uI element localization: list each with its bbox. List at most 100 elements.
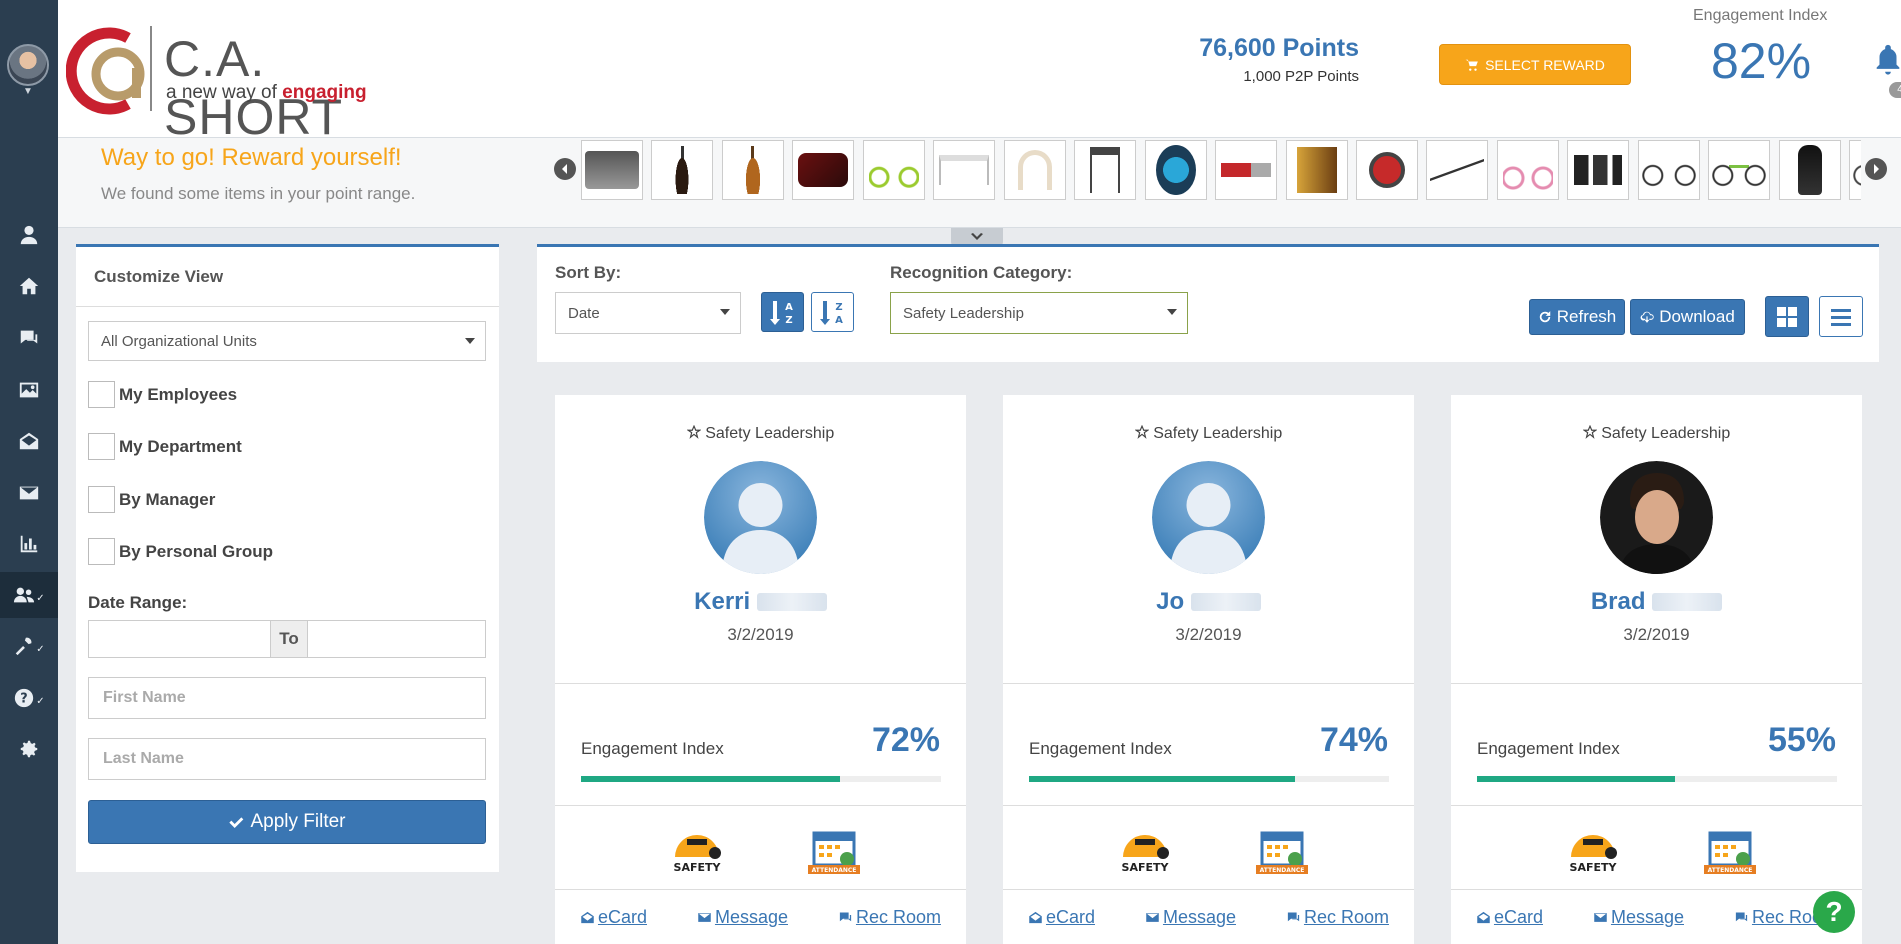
avatar[interactable] [1152, 461, 1265, 574]
filter-my-department[interactable]: My Department [88, 433, 242, 460]
envelope-open-icon[interactable] [0, 418, 58, 464]
user-icon[interactable] [0, 212, 58, 258]
carousel-prev-button[interactable] [554, 158, 576, 180]
rec-room-link[interactable]: Rec Room [1286, 907, 1389, 928]
engagement-progress-bar [1477, 776, 1837, 782]
checkbox[interactable] [88, 486, 115, 513]
tools-icon[interactable]: ✓ [0, 623, 58, 669]
checkbox[interactable] [88, 381, 115, 408]
avatar[interactable] [704, 461, 817, 574]
employee-name[interactable]: Jo [1003, 588, 1414, 616]
checkbox[interactable] [88, 433, 115, 460]
reward-thumb-home-theater[interactable] [1567, 140, 1630, 200]
reward-thumb-side-table[interactable] [1074, 140, 1137, 200]
reward-thumb-hammock[interactable] [1426, 140, 1489, 200]
filter-my-employees[interactable]: My Employees [88, 381, 237, 408]
download-label: Download [1659, 307, 1735, 326]
caret-down-icon [465, 338, 475, 344]
card-divider [1003, 889, 1414, 890]
card-divider [555, 805, 966, 806]
date-from-input[interactable] [88, 620, 271, 658]
recognition-category-select[interactable]: Safety Leadership [890, 292, 1188, 334]
sort-ascending-button[interactable]: AZ [761, 292, 804, 332]
gear-icon[interactable] [0, 726, 58, 772]
reward-thumb-fishing-reel[interactable] [1355, 140, 1418, 200]
reward-thumb-cooler-bag[interactable] [581, 140, 643, 200]
employee-name[interactable]: Kerri [555, 588, 966, 616]
reward-thumb-reciprocating-saw[interactable] [1215, 140, 1278, 200]
question-icon[interactable]: ? ✓ [0, 675, 58, 721]
safety-badge-label: SAFETY [1570, 861, 1618, 874]
recognition-card[interactable]: Safety Leadership Brad 3/2/2019 Engageme… [1451, 395, 1862, 944]
checkbox[interactable] [88, 538, 115, 565]
card-category: Safety Leadership [555, 424, 966, 443]
reward-thumb-guitar-set[interactable] [1285, 140, 1348, 200]
envelope-icon [1146, 913, 1159, 922]
list-view-button[interactable] [1819, 296, 1863, 337]
logo-tagline: a new way of engaging [166, 82, 367, 104]
last-name-input[interactable]: Last Name [88, 738, 486, 780]
reward-thumb-acoustic-guitar[interactable] [651, 140, 714, 200]
sort-descending-button[interactable]: ZA [811, 292, 854, 332]
avatar[interactable] [1600, 461, 1713, 574]
date-to-input[interactable] [307, 620, 486, 658]
employee-name[interactable]: Brad [1451, 588, 1862, 616]
attendance-badge-icon: ATTENDANCE [1704, 831, 1756, 874]
reward-thumb-headphones[interactable] [1003, 140, 1066, 200]
select-reward-button[interactable]: SELECT REWARD [1439, 44, 1631, 85]
reward-thumb-violin-case[interactable] [792, 140, 855, 200]
ecard-link[interactable]: eCard [1028, 907, 1095, 928]
notifications-button[interactable]: 4 [1871, 42, 1901, 98]
image-icon[interactable] [0, 367, 58, 413]
reward-thumb-kids-bike[interactable] [862, 140, 925, 200]
filter-by-personal-group[interactable]: By Personal Group [88, 538, 273, 565]
svg-text:?: ? [21, 692, 28, 707]
apply-filter-button[interactable]: Apply Filter [88, 800, 486, 844]
recognition-card[interactable]: Safety Leadership Kerri 3/2/2019 Engagem… [555, 395, 966, 944]
redacted-last-name [1190, 593, 1261, 611]
date-range-label: Date Range: [88, 593, 188, 612]
home-icon[interactable] [0, 263, 58, 309]
reward-thumb-folding-table[interactable] [933, 140, 996, 200]
refresh-button[interactable]: Refresh [1529, 299, 1625, 335]
first-name-input[interactable]: First Name [88, 677, 486, 719]
attendance-badge-label: ATTENDANCE [812, 867, 857, 874]
ecard-link[interactable]: eCard [1476, 907, 1543, 928]
users-icon[interactable]: ✓ [0, 572, 58, 618]
ecard-link[interactable]: eCard [580, 907, 647, 928]
reward-thumb-golf-driver[interactable] [1778, 140, 1841, 200]
recognition-card[interactable]: Safety Leadership Jo 3/2/2019 Engagement… [1003, 395, 1414, 944]
card-engagement-label: Engagement Index [581, 739, 724, 758]
reward-thumb-pink-bike[interactable] [1496, 140, 1559, 200]
message-link[interactable]: Message [697, 907, 788, 928]
grid-view-button[interactable] [1765, 296, 1809, 337]
envelope-icon[interactable] [0, 470, 58, 516]
org-unit-select[interactable]: All Organizational Units [88, 321, 486, 361]
ecard-label: eCard [1493, 907, 1543, 927]
reward-thumb-car-seat[interactable] [1144, 140, 1207, 200]
download-button[interactable]: Download [1630, 299, 1745, 335]
user-avatar-menu[interactable]: ▼ [7, 44, 51, 98]
filter-by-manager[interactable]: By Manager [88, 486, 215, 513]
attendance-badge-icon: ATTENDANCE [808, 831, 860, 874]
reward-thumb-acoustic-guitar-natural[interactable] [721, 140, 784, 200]
bar-chart-icon[interactable] [0, 521, 58, 567]
sort-by-select[interactable]: Date [555, 292, 741, 334]
reward-thumb-hybrid-bike[interactable] [1849, 140, 1861, 200]
carousel-next-button[interactable] [1865, 158, 1887, 180]
help-button[interactable]: ? [1813, 891, 1855, 933]
reward-thumb-mountain-bike[interactable] [1637, 140, 1700, 200]
message-link[interactable]: Message [1145, 907, 1236, 928]
attendance-badge-icon: ATTENDANCE [1256, 831, 1308, 874]
card-engagement-value: 74% [1319, 721, 1388, 759]
avatar[interactable] [7, 44, 49, 86]
reward-thumb-green-bike[interactable] [1708, 140, 1771, 200]
redacted-last-name [1652, 593, 1723, 611]
chevron-down-icon[interactable]: ▼ [7, 86, 49, 97]
company-logo[interactable]: C.A. SHORT a new way of engaging [66, 26, 426, 145]
message-link[interactable]: Message [1593, 907, 1684, 928]
redacted-last-name [756, 593, 827, 611]
comments-icon[interactable] [0, 315, 58, 361]
card-divider [1451, 889, 1862, 890]
rec-room-link[interactable]: Rec Room [838, 907, 941, 928]
